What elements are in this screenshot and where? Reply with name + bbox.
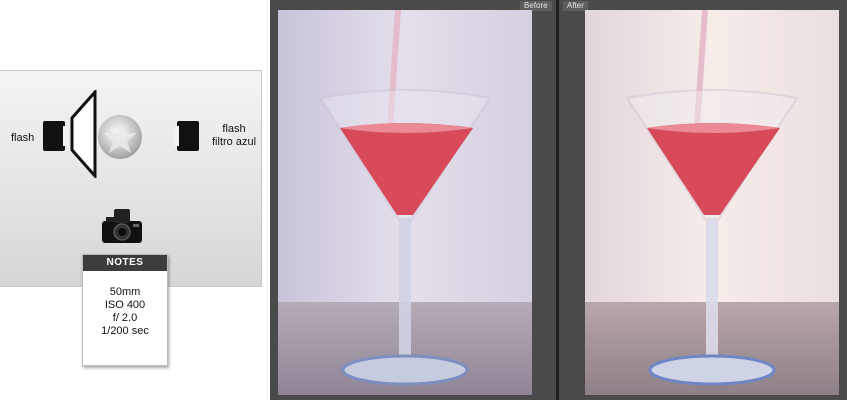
- flash-left-label: flash: [11, 132, 35, 144]
- after-photo[interactable]: [585, 10, 839, 395]
- notes-lines: 50mm ISO 400 f/ 2.0 1/200 sec: [83, 271, 167, 338]
- softbox-icon: [70, 90, 97, 178]
- notes-line-aperture: f/ 2.0: [112, 312, 138, 324]
- flash-left-icon: [43, 121, 68, 151]
- flash-right-icon: [174, 121, 199, 151]
- camera-icon: [102, 209, 142, 243]
- notes-line-focal: 50mm: [109, 286, 141, 298]
- pane-divider[interactable]: [556, 0, 559, 400]
- notes-line-shutter: 1/200 sec: [101, 325, 149, 337]
- notes-card: NOTES 50mm ISO 400 f/ 2.0 1/200 sec: [82, 254, 168, 366]
- before-after-viewer: Before After: [270, 0, 847, 400]
- reflector-icon: [98, 115, 142, 159]
- notes-line-iso: ISO 400: [104, 299, 146, 311]
- flash-right-label: flash filtro azul: [212, 123, 257, 148]
- notes-title: NOTES: [83, 255, 167, 271]
- before-photo[interactable]: [278, 10, 532, 395]
